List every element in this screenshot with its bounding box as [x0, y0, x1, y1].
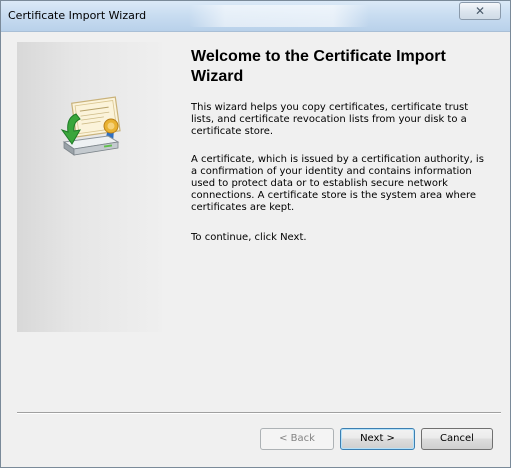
certificate-import-wizard-window: Certificate Import Wizard ✕ Welcome to t… — [0, 0, 511, 468]
continue-instruction: To continue, click Next. — [191, 232, 307, 243]
back-button-label: < Back — [279, 433, 315, 444]
back-button[interactable]: < Back — [260, 428, 334, 450]
certificate-import-icon — [60, 96, 121, 156]
wizard-content: Welcome to the Certificate Import Wizard… — [9, 32, 502, 458]
close-icon: ✕ — [474, 4, 486, 18]
cancel-button-label: Cancel — [440, 433, 474, 444]
window-title: Certificate Import Wizard — [8, 9, 147, 22]
close-button[interactable]: ✕ — [459, 2, 501, 20]
wizard-side-panel — [17, 42, 162, 332]
page-title: Welcome to the Certificate Import Wizard — [191, 48, 446, 85]
title-bar-blurred-region — [189, 5, 369, 27]
certificate-description-paragraph: A certificate, which is issued by a cert… — [191, 154, 484, 213]
footer-divider — [17, 412, 501, 414]
intro-paragraph: This wizard helps you copy certificates,… — [191, 102, 469, 137]
next-button-label: Next > — [360, 433, 395, 444]
title-bar[interactable]: Certificate Import Wizard ✕ — [1, 1, 510, 32]
next-button[interactable]: Next > — [340, 428, 415, 450]
cancel-button[interactable]: Cancel — [421, 428, 493, 450]
